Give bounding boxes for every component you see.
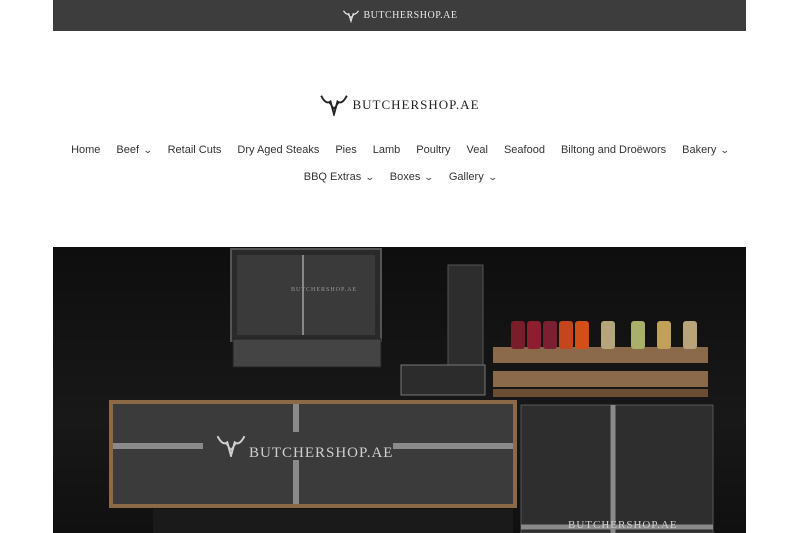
sign-brand-text-right: BUTCHERSHOP.AE bbox=[568, 519, 678, 531]
chevron-down-icon: ⌄ bbox=[365, 171, 375, 182]
hero-scene bbox=[109, 248, 714, 533]
juice-bottles bbox=[511, 321, 697, 349]
nav-item-beef[interactable]: Beef ⌄ bbox=[108, 144, 159, 156]
nav-item-pies[interactable]: Pies bbox=[327, 144, 364, 156]
bull-logo-icon bbox=[342, 9, 359, 23]
nav-item-gallery[interactable]: Gallery ⌄ bbox=[441, 171, 504, 183]
nav-item-seafood[interactable]: Seafood bbox=[496, 144, 553, 156]
chevron-down-icon: ⌄ bbox=[487, 171, 498, 182]
nav-item-lamb[interactable]: Lamb bbox=[365, 144, 409, 156]
top-bar: BUTCHERSHOP.AE bbox=[53, 0, 746, 31]
nav-item-bakery[interactable]: Bakery ⌄ bbox=[674, 144, 737, 156]
nav-item-retail-cuts[interactable]: Retail Cuts bbox=[160, 144, 230, 156]
bull-logo-icon bbox=[320, 95, 349, 116]
nav-item-poultry[interactable]: Poultry bbox=[408, 144, 458, 156]
topbar-logo-text[interactable]: BUTCHERSHOP.AE bbox=[364, 10, 458, 21]
brand-logo[interactable]: BUTCHERSHOP.AE bbox=[0, 94, 800, 116]
hero-image: BUTCHERSHOP.AE BUTCHERSHOP.AE BUTCHERSHO… bbox=[53, 247, 746, 533]
nav-item-biltong[interactable]: Biltong and Droëwors bbox=[553, 144, 674, 156]
brand-logo-text: BUTCHERSHOP.AE bbox=[352, 97, 480, 112]
sign-brand-text: BUTCHERSHOP.AE bbox=[249, 445, 394, 461]
nav-item-boxes[interactable]: Boxes ⌄ bbox=[382, 171, 441, 183]
nav-item-dry-aged-steaks[interactable]: Dry Aged Steaks bbox=[229, 144, 327, 156]
bull-logo-icon bbox=[216, 435, 246, 457]
grill-brand-text: BUTCHERSHOP.AE bbox=[291, 287, 358, 293]
nav-item-veal[interactable]: Veal bbox=[459, 144, 496, 156]
main-nav-row-1: Home Beef ⌄ Retail Cuts Dry Aged Steaks P… bbox=[0, 144, 800, 156]
chevron-down-icon: ⌄ bbox=[142, 144, 153, 155]
nav-item-bbq-extras[interactable]: BBQ Extras ⌄ bbox=[296, 171, 382, 183]
nav-item-home[interactable]: Home bbox=[63, 144, 108, 156]
chevron-down-icon: ⌄ bbox=[720, 144, 731, 155]
main-nav-row-2: BBQ Extras ⌄ Boxes ⌄ Gallery ⌄ bbox=[0, 171, 800, 183]
chevron-down-icon: ⌄ bbox=[424, 171, 435, 182]
